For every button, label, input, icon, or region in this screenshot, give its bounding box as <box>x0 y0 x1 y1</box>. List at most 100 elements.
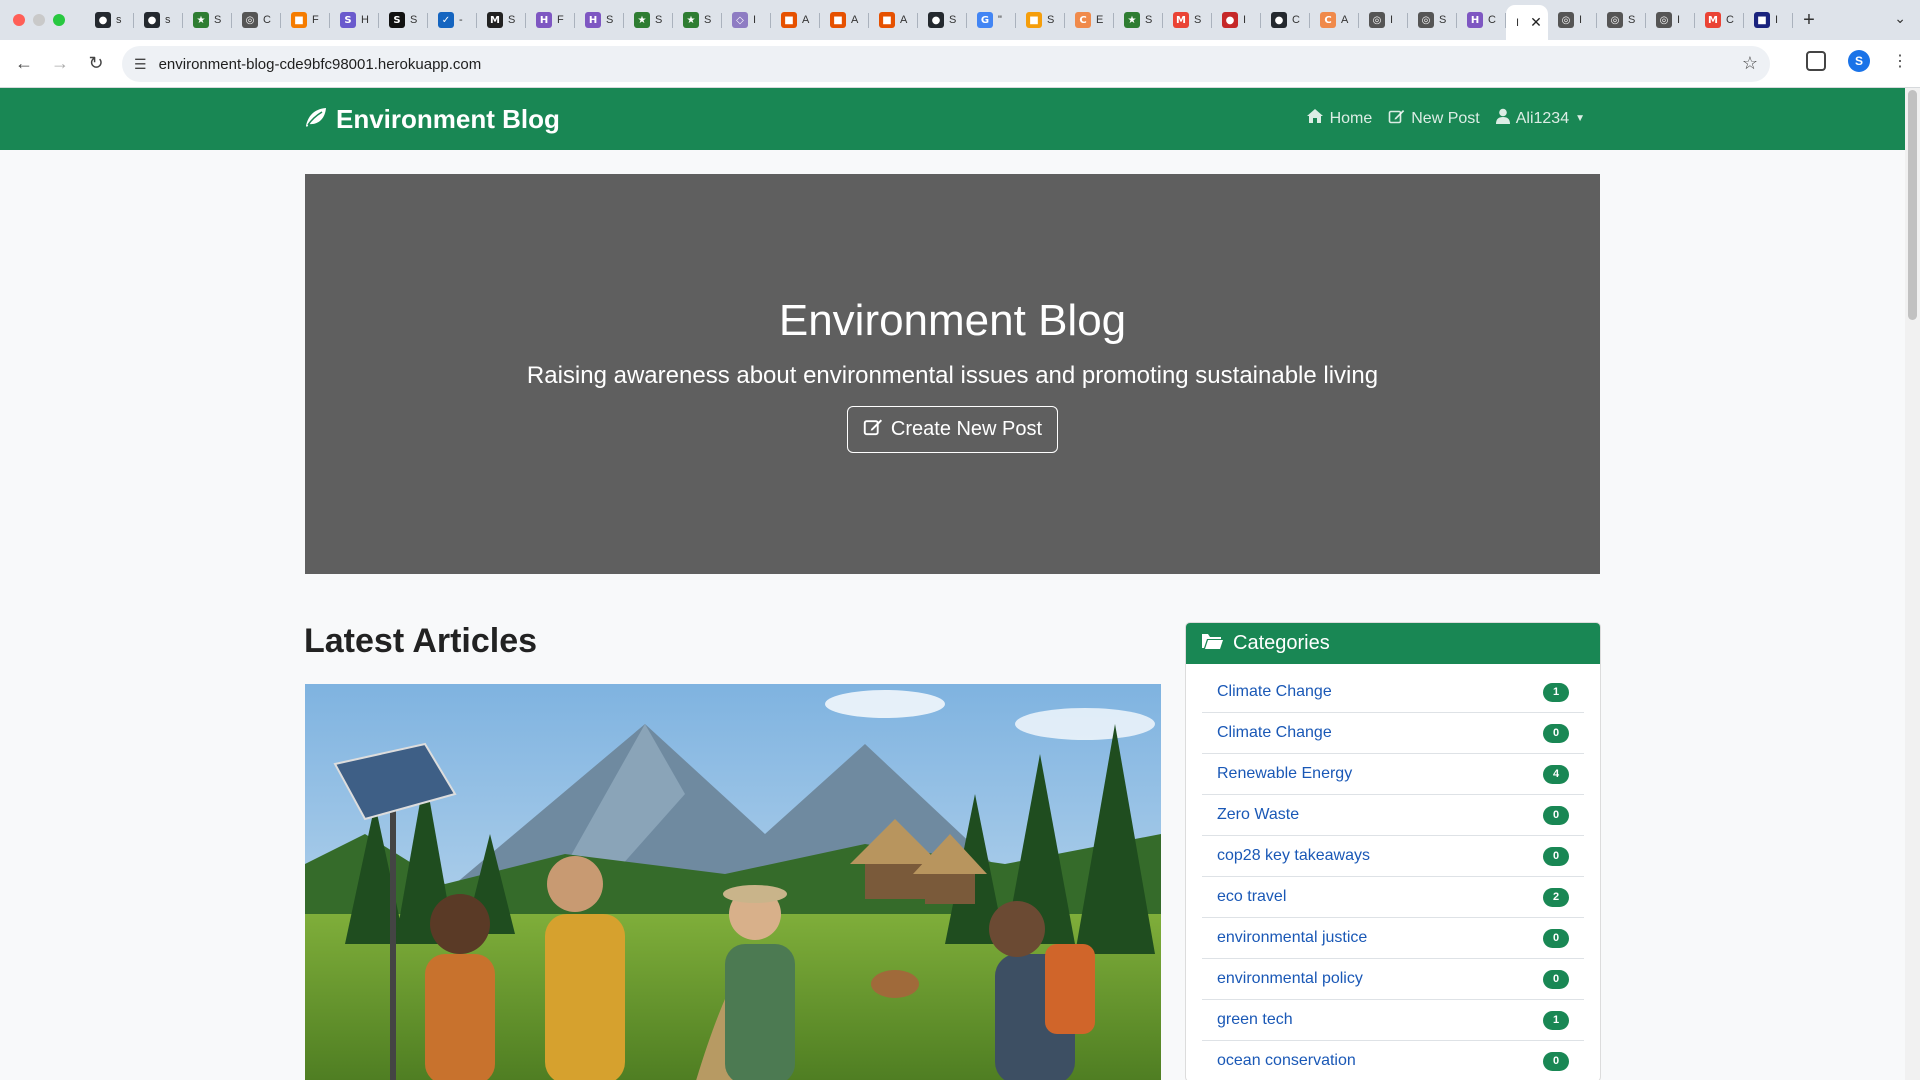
nav-home-link[interactable]: Home <box>1306 108 1372 129</box>
browser-tab[interactable]: ◎ I <box>1359 0 1408 40</box>
menu-kebab-icon[interactable]: ⋮ <box>1892 51 1908 71</box>
category-count-badge: 0 <box>1543 805 1569 825</box>
tab-title: A <box>851 14 859 26</box>
categories-title: Categories <box>1233 632 1330 654</box>
category-count-badge: 0 <box>1543 969 1569 989</box>
tab-title: F <box>557 14 564 26</box>
browser-tab[interactable]: ◇ I <box>722 0 771 40</box>
tab-title: S <box>1047 14 1055 26</box>
browser-tab[interactable]: ◎ I <box>1548 0 1597 40</box>
browser-tab[interactable]: HF <box>526 0 575 40</box>
category-list-item: Climate Change 0 <box>1202 713 1584 754</box>
nav-new-post-label: New Post <box>1411 109 1480 127</box>
browser-tab[interactable]: MC <box>1695 0 1744 40</box>
home-icon <box>1306 108 1324 129</box>
browser-tab[interactable]: G " <box>967 0 1016 40</box>
site-info-icon[interactable]: ☰ <box>134 56 147 73</box>
browser-tab[interactable]: ★ S <box>673 0 722 40</box>
category-count-badge: 0 <box>1543 928 1569 948</box>
c-app-icon: C <box>1075 12 1091 28</box>
browser-tab[interactable]: ■ A <box>869 0 918 40</box>
browser-tab[interactable]: MS <box>477 0 526 40</box>
browser-tab[interactable]: ✓ - <box>428 0 477 40</box>
browser-tab[interactable]: ■ A <box>820 0 869 40</box>
close-window-button[interactable] <box>13 14 25 26</box>
edit-icon <box>1388 108 1405 129</box>
browser-tab[interactable]: ★ S <box>1114 0 1163 40</box>
browser-tab[interactable]: ● S <box>918 0 967 40</box>
category-link[interactable]: Zero Waste <box>1217 806 1299 824</box>
google-icon: G <box>977 12 993 28</box>
category-link[interactable]: environmental policy <box>1217 970 1363 988</box>
browser-tab[interactable]: SH <box>330 0 379 40</box>
category-link[interactable]: green tech <box>1217 1011 1293 1029</box>
category-count-badge: 0 <box>1543 723 1569 743</box>
category-link[interactable]: environmental justice <box>1217 929 1367 947</box>
browser-tab[interactable]: ■ F <box>281 0 330 40</box>
category-link[interactable]: Renewable Energy <box>1217 765 1352 783</box>
browser-tab[interactable]: CE <box>1065 0 1114 40</box>
browser-tab[interactable]: ● C <box>1261 0 1310 40</box>
globe-icon: ◎ <box>1369 12 1385 28</box>
back-button[interactable]: ← <box>8 48 40 80</box>
browser-tab[interactable]: HS <box>575 0 624 40</box>
page-scrollbar[interactable] <box>1905 88 1920 1080</box>
browser-tab[interactable]: SS <box>379 0 428 40</box>
hero-banner: Environment Blog Raising awareness about… <box>305 174 1600 574</box>
tab-search-icon[interactable]: ⌄ <box>1894 10 1906 27</box>
category-link[interactable]: cop28 key takeaways <box>1217 847 1370 865</box>
browser-tab[interactable]: ● I <box>1212 0 1261 40</box>
browser-tab[interactable]: ◎ S <box>1408 0 1457 40</box>
folder-open-icon <box>1201 632 1223 656</box>
brand-title: Environment Blog <box>336 104 560 134</box>
nav-user-dropdown[interactable]: Ali1234 ▼ <box>1495 108 1585 129</box>
bookmark-star-icon[interactable]: ☆ <box>1742 53 1758 74</box>
category-list-item: ocean conservation 0 <box>1202 1041 1584 1080</box>
site-brand[interactable]: Environment Blog <box>304 104 560 135</box>
profile-avatar[interactable]: S <box>1848 50 1870 72</box>
tab-title: S <box>1628 14 1636 26</box>
scrollbar-thumb[interactable] <box>1908 90 1917 320</box>
minimize-window-button[interactable] <box>33 14 45 26</box>
browser-toolbar: ← → ↻ ☰ environment-blog-cde9bfc98001.he… <box>0 40 1920 88</box>
category-link[interactable]: ocean conservation <box>1217 1052 1356 1070</box>
tab-title: S <box>1439 14 1447 26</box>
h-app-icon: H <box>585 12 601 28</box>
category-list-item: green tech 1 <box>1202 1000 1584 1041</box>
new-tab-button[interactable]: + <box>1793 9 1825 32</box>
browser-tab[interactable]: ★ S <box>624 0 673 40</box>
browser-tab[interactable]: ◎ C <box>232 0 281 40</box>
tab-title: E <box>1096 14 1104 26</box>
browser-tab[interactable]: CA <box>1310 0 1359 40</box>
create-new-post-button[interactable]: Create New Post <box>846 406 1059 453</box>
article-image[interactable] <box>305 684 1161 1080</box>
maximize-window-button[interactable] <box>53 14 65 26</box>
browser-tab[interactable]: ■ S <box>1016 0 1065 40</box>
category-link[interactable]: eco travel <box>1217 888 1286 906</box>
browser-tab[interactable]: MS <box>1163 0 1212 40</box>
orange-app-icon: ■ <box>1026 12 1042 28</box>
browser-tab[interactable]: ● s <box>85 0 134 40</box>
reload-button[interactable]: ↻ <box>80 48 112 80</box>
tab-title: " <box>998 14 1002 26</box>
toolbar-actions: S ⋮ <box>1806 50 1908 72</box>
browser-tab[interactable]: ● s <box>134 0 183 40</box>
extensions-icon[interactable] <box>1806 51 1826 71</box>
category-link[interactable]: Climate Change <box>1217 683 1332 701</box>
cube-icon: ◇ <box>732 12 748 28</box>
github-icon: ● <box>928 12 944 28</box>
browser-tab[interactable]: ★ S <box>183 0 232 40</box>
browser-tab[interactable]: HC <box>1457 0 1506 40</box>
close-tab-icon[interactable]: ✕ <box>1530 14 1542 31</box>
browser-tab[interactable]: ■ I <box>1744 0 1793 40</box>
category-list-item: Renewable Energy 4 <box>1202 754 1584 795</box>
nav-new-post-link[interactable]: New Post <box>1388 108 1480 129</box>
active-browser-tab[interactable]: I ✕ <box>1506 5 1548 40</box>
category-link[interactable]: Climate Change <box>1217 724 1332 742</box>
address-bar[interactable]: ☰ environment-blog-cde9bfc98001.herokuap… <box>122 46 1770 82</box>
browser-tab[interactable]: ■ A <box>771 0 820 40</box>
forward-button[interactable]: → <box>44 48 76 80</box>
browser-tab[interactable]: ◎ S <box>1597 0 1646 40</box>
h-app-icon: H <box>536 12 552 28</box>
browser-tab[interactable]: ◎ I <box>1646 0 1695 40</box>
